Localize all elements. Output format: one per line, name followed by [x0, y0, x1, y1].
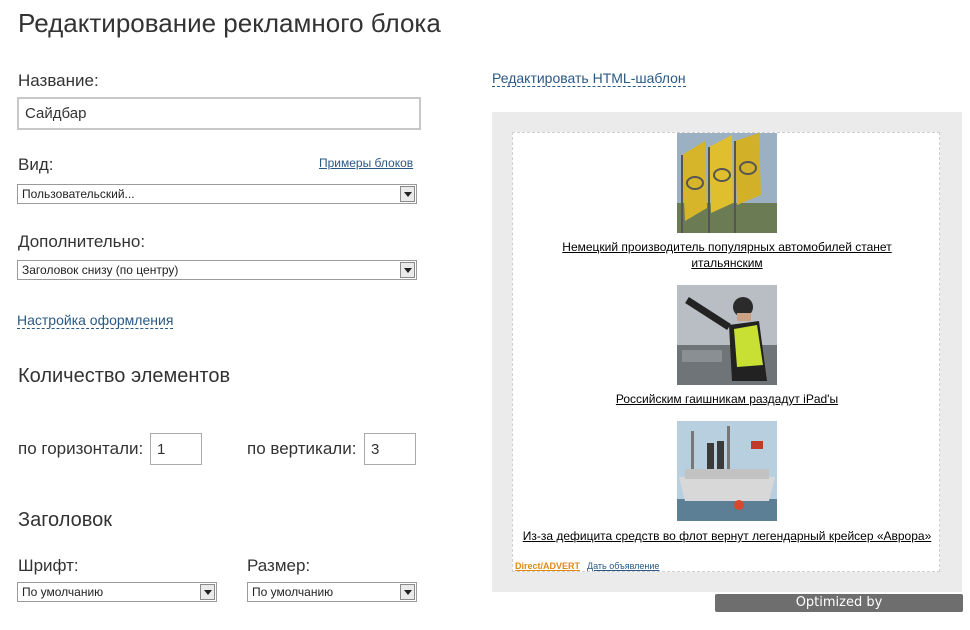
vertical-input[interactable]: [364, 433, 416, 465]
ad-image-officer[interactable]: [677, 285, 777, 385]
chevron-down-icon[interactable]: [400, 186, 415, 202]
horizontal-label: по горизонтали:: [18, 439, 144, 458]
ad-preview-panel: Немецкий производитель популярных автомо…: [492, 112, 962, 592]
ad-title-1-line2: итальянским: [691, 256, 763, 270]
extra-select[interactable]: Заголовок снизу (по центру): [17, 260, 417, 280]
examples-link[interactable]: Примеры блоков: [319, 156, 413, 170]
page-title: Редактирование рекламного блока: [18, 8, 441, 38]
size-select-value: По умолчанию: [252, 585, 334, 599]
ad-title-1-line1: Немецкий производитель популярных автомо…: [562, 240, 892, 254]
edit-html-template-link[interactable]: Редактировать HTML-шаблон: [492, 70, 686, 87]
font-select[interactable]: По умолчанию: [17, 582, 217, 602]
chevron-down-icon[interactable]: [400, 262, 415, 278]
header-section-title: Заголовок: [18, 509, 113, 531]
design-settings-link[interactable]: Настройка оформления: [17, 312, 174, 329]
direct-advert-link[interactable]: Direct/ADVERT: [515, 561, 580, 571]
watermark-badge: Optimized by www.ImageOptimizer.net: [715, 594, 963, 628]
vertical-label: по вертикали:: [247, 439, 357, 458]
extra-select-value: Заголовок снизу (по центру): [22, 263, 179, 277]
size-select[interactable]: По умолчанию: [247, 582, 417, 602]
chevron-down-icon[interactable]: [400, 584, 415, 600]
extra-label: Дополнительно:: [18, 232, 146, 251]
chevron-down-icon[interactable]: [200, 584, 215, 600]
font-label: Шрифт:: [18, 556, 79, 575]
horizontal-input[interactable]: [150, 433, 202, 465]
place-ad-link[interactable]: Дать объявление: [587, 561, 659, 571]
type-select[interactable]: Пользовательский...: [17, 184, 417, 204]
ad-title-1[interactable]: Немецкий производитель популярных автомо…: [513, 239, 941, 271]
size-label: Размер:: [247, 556, 311, 575]
ad-block: Немецкий производитель популярных автомо…: [512, 132, 940, 572]
ad-image-cruiser[interactable]: [677, 421, 777, 521]
name-input[interactable]: [17, 97, 421, 130]
count-section-title: Количество элементов: [18, 365, 231, 387]
type-label: Вид:: [18, 155, 54, 174]
type-select-value: Пользовательский...: [22, 187, 135, 201]
font-select-value: По умолчанию: [22, 585, 104, 599]
name-label: Название:: [18, 71, 99, 90]
ad-title-2[interactable]: Российским гаишникам раздадут iPad'ы: [513, 391, 941, 407]
ad-title-3[interactable]: Из-за дефицита средств во флот вернут ле…: [513, 528, 941, 544]
ad-image-flags[interactable]: [677, 133, 777, 233]
